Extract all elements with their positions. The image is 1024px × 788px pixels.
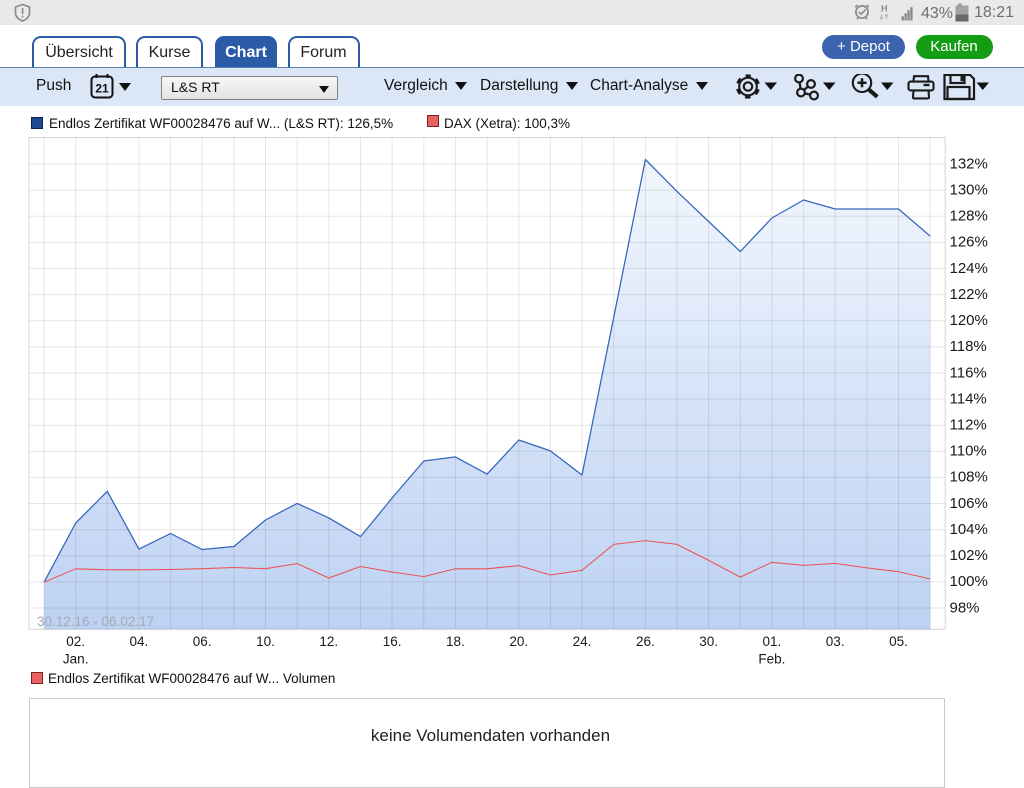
svg-text:122%: 122% <box>950 286 988 303</box>
svg-text:Feb.: Feb. <box>758 652 785 667</box>
svg-text:26.: 26. <box>636 634 655 649</box>
svg-text:04.: 04. <box>130 634 149 649</box>
svg-text:20.: 20. <box>509 634 528 649</box>
svg-text:110%: 110% <box>950 443 987 460</box>
svg-text:116%: 116% <box>950 364 987 381</box>
svg-text:01.: 01. <box>763 634 782 649</box>
svg-text:130%: 130% <box>950 182 988 199</box>
svg-text:02.: 02. <box>66 634 85 649</box>
svg-text:126%: 126% <box>950 234 988 251</box>
svg-text:100%: 100% <box>950 573 988 590</box>
svg-text:128%: 128% <box>950 208 988 225</box>
svg-text:30.: 30. <box>699 634 718 649</box>
svg-text:118%: 118% <box>950 338 987 355</box>
svg-text:102%: 102% <box>950 547 988 564</box>
svg-text:12.: 12. <box>319 634 338 649</box>
svg-text:112%: 112% <box>950 417 987 434</box>
svg-text:108%: 108% <box>950 469 988 486</box>
svg-text:98%: 98% <box>950 599 980 616</box>
svg-text:124%: 124% <box>950 260 988 277</box>
svg-text:06.: 06. <box>193 634 212 649</box>
svg-text:05.: 05. <box>889 634 908 649</box>
svg-text:30.12.16 - 06.02.17: 30.12.16 - 06.02.17 <box>37 614 154 629</box>
svg-text:10.: 10. <box>256 634 275 649</box>
svg-text:03.: 03. <box>826 634 845 649</box>
svg-text:106%: 106% <box>950 495 988 512</box>
svg-text:114%: 114% <box>950 390 987 407</box>
svg-text:Jan.: Jan. <box>63 652 89 667</box>
svg-text:21: 21 <box>95 82 109 96</box>
svg-text:24.: 24. <box>573 634 592 649</box>
svg-text:120%: 120% <box>950 312 988 329</box>
svg-text:16.: 16. <box>383 634 402 649</box>
svg-text:132%: 132% <box>950 155 988 172</box>
svg-text:104%: 104% <box>950 521 988 538</box>
svg-text:18.: 18. <box>446 634 465 649</box>
